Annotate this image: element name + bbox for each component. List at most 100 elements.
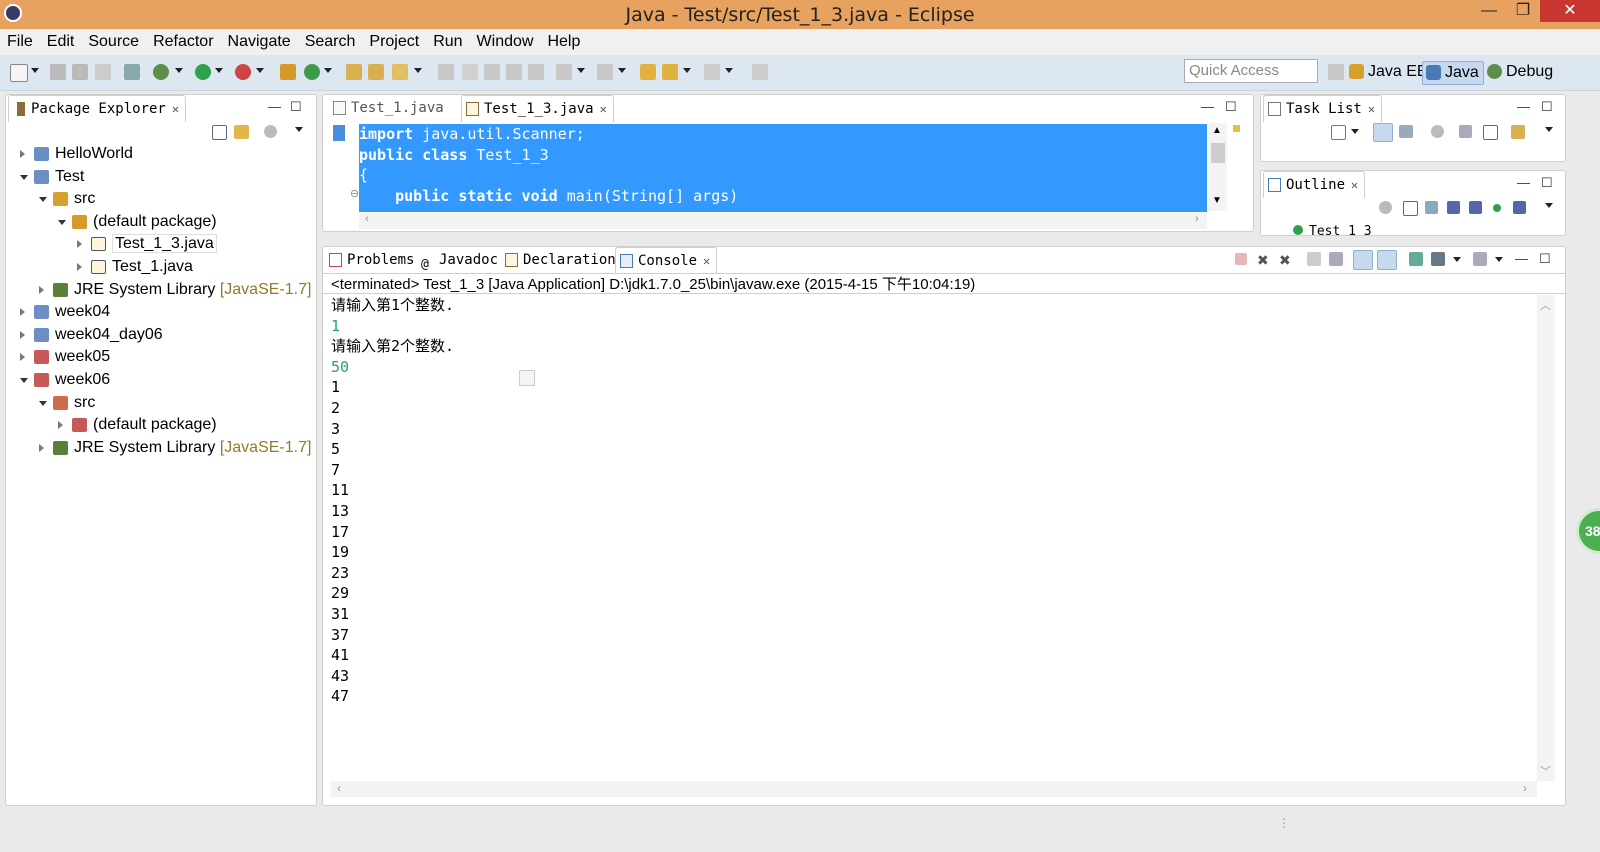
minimize-view-icon[interactable]: —: [268, 99, 281, 114]
link-with-editor-icon[interactable]: [234, 125, 249, 139]
collapse-all-icon[interactable]: [1483, 125, 1498, 140]
collapsed-twisty-icon[interactable]: [39, 443, 44, 452]
menu-navigate[interactable]: Navigate: [221, 29, 298, 55]
minimize-view-icon[interactable]: —: [1517, 175, 1530, 190]
scroll-up-icon[interactable]: ▲: [1212, 125, 1222, 136]
menu-file[interactable]: File: [0, 29, 40, 55]
view-menu-icon[interactable]: [1545, 203, 1553, 208]
new-icon[interactable]: [10, 64, 28, 82]
close-tab-icon[interactable]: ✕: [600, 102, 607, 116]
view-menu-icon[interactable]: [1545, 127, 1553, 132]
new-task-icon[interactable]: [1331, 125, 1346, 140]
open-console-dropdown-icon[interactable]: [1495, 257, 1503, 262]
forward-icon[interactable]: [704, 64, 720, 80]
hide-static-icon[interactable]: [1469, 201, 1482, 214]
run-icon[interactable]: [195, 64, 211, 80]
tab-console[interactable]: Console ✕: [615, 247, 718, 274]
scroll-up-icon[interactable]: ︿: [1540, 297, 1551, 313]
floating-badge[interactable]: 38: [1576, 508, 1600, 554]
hide-completed-icon[interactable]: [1459, 125, 1472, 138]
maximize-view-icon[interactable]: ☐: [1539, 251, 1551, 267]
maximize-editor-icon[interactable]: ☐: [1225, 99, 1237, 115]
tree-item[interactable]: week04_day06: [20, 324, 163, 346]
tree-item[interactable]: (default package): [58, 414, 217, 436]
minimize-view-icon[interactable]: —: [1515, 251, 1528, 266]
menu-source[interactable]: Source: [81, 29, 146, 55]
close-view-icon[interactable]: ✕: [1351, 178, 1358, 192]
tree-item[interactable]: week04: [20, 301, 110, 323]
categorized-icon[interactable]: [1373, 123, 1393, 142]
tab-outline[interactable]: Outline ✕: [1263, 171, 1366, 198]
hide-non-public-icon[interactable]: [1493, 204, 1501, 212]
remove-launch-icon[interactable]: ✖: [1257, 252, 1269, 269]
tab-test-1-3-java[interactable]: Test_1_3.java ✕: [461, 95, 614, 122]
debug-dropdown-icon[interactable]: [175, 68, 183, 73]
tree-item[interactable]: (default package): [58, 211, 217, 233]
block-selection-icon[interactable]: [484, 64, 500, 80]
save-icon[interactable]: [50, 64, 66, 80]
new-class-dropdown-icon[interactable]: [324, 68, 332, 73]
menu-search[interactable]: Search: [298, 29, 363, 55]
tree-item[interactable]: JRE System Library [JavaSE-1.7]: [39, 279, 311, 301]
print-icon[interactable]: [95, 64, 111, 80]
annotation-icon[interactable]: [462, 64, 478, 80]
clear-console-icon[interactable]: [1307, 252, 1321, 266]
last-edit-icon[interactable]: [640, 64, 656, 80]
run-dropdown-icon[interactable]: [215, 68, 223, 73]
scroll-left-icon[interactable]: ‹: [337, 781, 341, 795]
collapsed-twisty-icon[interactable]: [20, 330, 25, 339]
save-all-icon[interactable]: [72, 64, 88, 80]
collapsed-twisty-icon[interactable]: [20, 150, 25, 158]
forward-dropdown-icon[interactable]: [725, 68, 733, 73]
tab-problems[interactable]: Problems: [325, 247, 420, 273]
show-on-stderr-icon[interactable]: [1377, 250, 1397, 270]
menu-project[interactable]: Project: [362, 29, 426, 55]
skip-breakpoints-icon[interactable]: [124, 64, 140, 80]
collapsed-twisty-icon[interactable]: [20, 353, 25, 362]
whitespace-icon[interactable]: [506, 64, 522, 80]
new-dropdown-icon[interactable]: [31, 68, 39, 73]
editor-horizontal-scrollbar[interactable]: ‹ ›: [359, 213, 1207, 229]
hide-fields-icon[interactable]: [1447, 201, 1460, 214]
maximize-view-icon[interactable]: ☐: [290, 99, 302, 115]
focus-icon[interactable]: [264, 125, 277, 138]
next-annotation-dropdown-icon[interactable]: [577, 68, 585, 73]
expanded-twisty-icon[interactable]: [20, 378, 28, 383]
expanded-twisty-icon[interactable]: [58, 219, 66, 225]
collapsed-twisty-icon[interactable]: [77, 263, 82, 271]
tree-item[interactable]: Test_1.java: [77, 256, 193, 278]
tree-item[interactable]: src: [39, 392, 95, 414]
prev-annotation-icon[interactable]: [597, 64, 613, 80]
expanded-twisty-icon[interactable]: [39, 197, 47, 203]
close-view-icon[interactable]: ✕: [1368, 102, 1375, 116]
menu-edit[interactable]: Edit: [40, 29, 82, 55]
menu-help[interactable]: Help: [540, 29, 587, 55]
tab-javadoc[interactable]: @ Javadoc: [417, 247, 504, 273]
show-source-icon[interactable]: [528, 64, 544, 80]
view-menu-icon[interactable]: [295, 127, 303, 132]
remove-all-launches-icon[interactable]: ✖: [1279, 252, 1291, 269]
tab-task-list[interactable]: Task List ✕: [1263, 95, 1383, 122]
new-package-icon[interactable]: [280, 64, 296, 80]
scroll-right-icon[interactable]: ›: [1523, 781, 1527, 795]
scroll-down-icon[interactable]: ﹀: [1540, 763, 1551, 779]
sort-icon[interactable]: [1425, 201, 1438, 214]
tree-item[interactable]: week05: [20, 346, 110, 368]
debug-icon[interactable]: [153, 64, 169, 80]
perspective-java-ee[interactable]: Java EE: [1346, 61, 1432, 83]
code-area[interactable]: import java.util.Scanner; public class T…: [359, 124, 1207, 212]
close-view-icon[interactable]: ✕: [703, 254, 710, 268]
scroll-lock-icon[interactable]: [1329, 252, 1343, 266]
editor-vertical-scrollbar[interactable]: ▲ ▼: [1209, 123, 1227, 211]
scroll-right-icon[interactable]: ›: [1195, 213, 1199, 225]
open-type-icon[interactable]: [346, 64, 362, 80]
close-view-icon[interactable]: ✕: [172, 102, 179, 116]
open-perspective-icon[interactable]: [1328, 64, 1344, 80]
tab-test-1-java[interactable]: Test_1.java: [329, 95, 450, 121]
search-dropdown-icon[interactable]: [414, 68, 422, 73]
expanded-twisty-icon[interactable]: [39, 400, 47, 406]
scheduled-icon[interactable]: [1399, 125, 1413, 138]
collapse-all-icon[interactable]: [1403, 201, 1418, 216]
toggle-mark-icon[interactable]: [438, 64, 454, 80]
collapsed-twisty-icon[interactable]: [39, 285, 44, 294]
